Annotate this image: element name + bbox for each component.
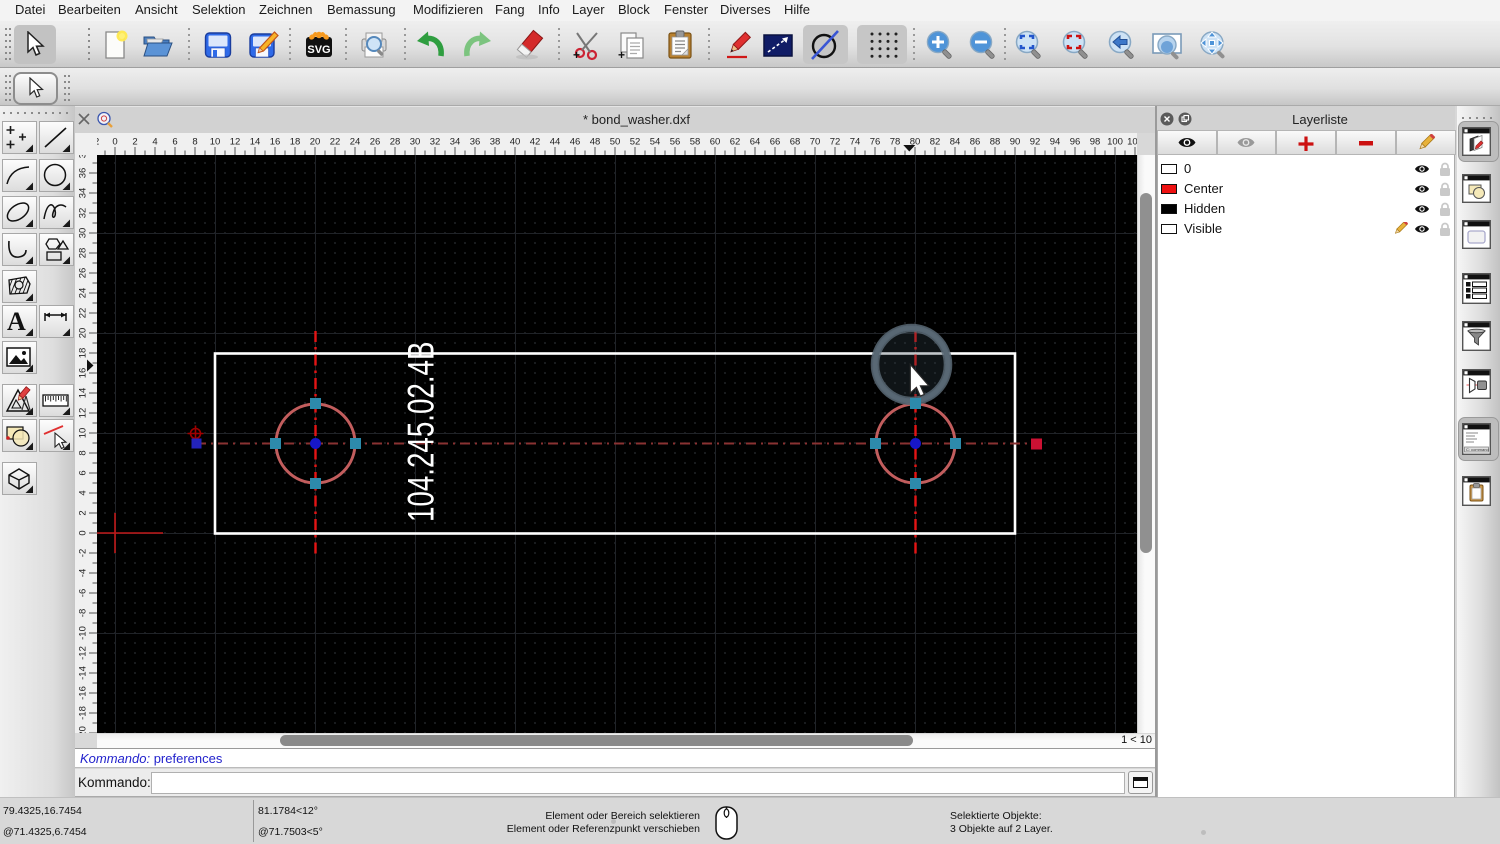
svg-text:28: 28: [78, 248, 89, 259]
svg-text:34: 34: [450, 137, 461, 148]
svg-text:0: 0: [78, 530, 89, 535]
svg-text:-2: -2: [97, 137, 99, 148]
svg-text:22: 22: [78, 308, 89, 319]
svg-text:14: 14: [250, 137, 261, 148]
svg-text:68: 68: [790, 137, 801, 148]
svg-text:-10: -10: [78, 626, 89, 640]
svg-text:SVG: SVG: [307, 44, 330, 56]
svg-text:20: 20: [78, 328, 89, 339]
svg-text:8: 8: [78, 450, 89, 455]
svg-text:-16: -16: [78, 686, 89, 700]
svg-text:32: 32: [78, 208, 89, 219]
svg-text:6: 6: [172, 137, 177, 148]
svg-text:18: 18: [290, 137, 301, 148]
svg-text:20: 20: [310, 137, 321, 148]
svg-text:84: 84: [950, 137, 961, 148]
svg-text:86: 86: [970, 137, 981, 148]
svg-text:24: 24: [350, 137, 361, 148]
svg-text:64: 64: [750, 137, 761, 148]
svg-text:-18: -18: [78, 706, 89, 720]
svg-text:-20: -20: [78, 726, 89, 733]
svg-text:4: 4: [78, 490, 89, 495]
svg-text:58: 58: [690, 137, 701, 148]
svg-text:40: 40: [510, 137, 521, 148]
svg-text:30: 30: [410, 137, 421, 148]
svg-text:38: 38: [490, 137, 501, 148]
svg-text:0: 0: [112, 137, 117, 148]
svg-text:60: 60: [710, 137, 721, 148]
svg-text:C: command: C: command: [1466, 447, 1489, 452]
svg-text:10: 10: [210, 137, 221, 148]
svg-text:-14: -14: [78, 666, 89, 680]
svg-text:104.245.02.4B: 104.245.02.4B: [400, 342, 442, 522]
svg-text:18: 18: [78, 348, 89, 359]
svg-text:32: 32: [430, 137, 441, 148]
svg-text:26: 26: [78, 268, 89, 279]
svg-text:+: +: [618, 48, 625, 61]
svg-text:26: 26: [370, 137, 381, 148]
svg-text:24: 24: [78, 288, 89, 299]
svg-text:54: 54: [650, 137, 661, 148]
svg-text:14: 14: [78, 388, 89, 399]
svg-text:30: 30: [78, 228, 89, 239]
svg-text:56: 56: [670, 137, 681, 148]
svg-text:72: 72: [830, 137, 841, 148]
svg-text:36: 36: [470, 137, 481, 148]
svg-text:36: 36: [78, 168, 89, 179]
svg-text:94: 94: [1050, 137, 1061, 148]
svg-text:12: 12: [230, 137, 241, 148]
svg-text:100: 100: [1107, 137, 1123, 148]
svg-text:44: 44: [550, 137, 561, 148]
svg-text:12: 12: [78, 408, 89, 419]
svg-text:2: 2: [78, 510, 89, 515]
svg-text:4: 4: [152, 137, 157, 148]
svg-text:74: 74: [850, 137, 861, 148]
svg-text:16: 16: [78, 368, 89, 379]
svg-text:90: 90: [1010, 137, 1021, 148]
svg-text:28: 28: [390, 137, 401, 148]
svg-text:48: 48: [590, 137, 601, 148]
svg-text:98: 98: [1090, 137, 1101, 148]
svg-text:-6: -6: [78, 589, 89, 597]
svg-text:46: 46: [570, 137, 581, 148]
svg-text:22: 22: [330, 137, 341, 148]
svg-text:96: 96: [1070, 137, 1081, 148]
svg-text:34: 34: [78, 188, 89, 199]
svg-text:66: 66: [770, 137, 781, 148]
svg-text:16: 16: [270, 137, 281, 148]
svg-text:A: A: [7, 307, 26, 336]
svg-text:2: 2: [132, 137, 137, 148]
svg-text:8: 8: [192, 137, 197, 148]
svg-text:88: 88: [990, 137, 1001, 148]
svg-text:-8: -8: [78, 609, 89, 617]
svg-text:-12: -12: [78, 646, 89, 660]
svg-text:52: 52: [630, 137, 641, 148]
svg-text:+: +: [573, 48, 580, 61]
svg-text:38: 38: [78, 155, 89, 158]
svg-text:92: 92: [1030, 137, 1041, 148]
svg-text:102: 102: [1127, 137, 1137, 148]
svg-text:-4: -4: [78, 569, 89, 577]
svg-text:6: 6: [78, 470, 89, 475]
svg-text:82: 82: [930, 137, 941, 148]
svg-text:-2: -2: [78, 549, 89, 557]
svg-text:62: 62: [730, 137, 741, 148]
svg-text:50: 50: [610, 137, 621, 148]
svg-text:10: 10: [78, 428, 89, 439]
svg-text:70: 70: [810, 137, 821, 148]
svg-text:42: 42: [530, 137, 541, 148]
svg-text:76: 76: [870, 137, 881, 148]
svg-text:78: 78: [890, 137, 901, 148]
